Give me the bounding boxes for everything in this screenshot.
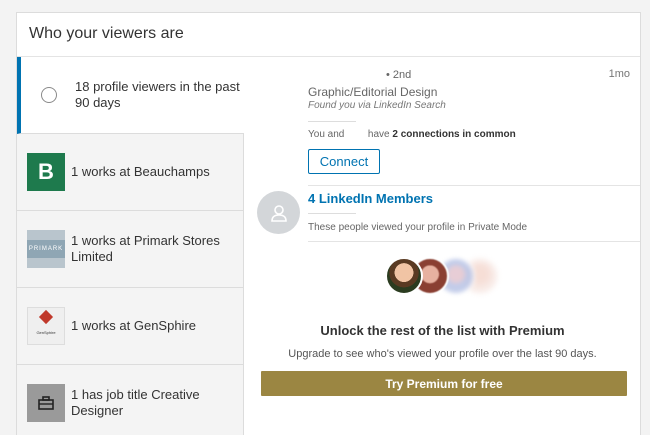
sidebar-item-label: 1 works at Primark Stores Limited	[71, 233, 220, 264]
sidebar-item-primark[interactable]: PRIMARK 1 works at Primark Stores Limite…	[17, 211, 244, 288]
sidebar-item-label: 1 works at GenSphire	[71, 318, 197, 333]
private-mode-text: These people viewed your profile in Priv…	[308, 222, 528, 233]
sidebar-item-label: 1 works at Beauchamps	[71, 164, 210, 179]
divider	[308, 241, 640, 242]
gensphire-mark-icon	[38, 309, 54, 324]
viewers-card: Who your viewers are 18 profile viewers …	[16, 12, 641, 435]
view-time: 1mo	[608, 68, 630, 80]
connection-degree: • 2nd	[386, 69, 412, 81]
beauchamps-logo: B	[27, 153, 65, 191]
viewer-filter-sidebar: 18 profile viewers in the past 90 days B…	[17, 57, 244, 435]
sidebar-item-beauchamps[interactable]: B 1 works at Beauchamps	[17, 134, 244, 211]
radio-icon[interactable]	[41, 87, 57, 103]
gensphire-logo: GenSphire	[27, 307, 65, 345]
try-premium-button[interactable]: Try Premium for free	[261, 371, 627, 396]
premium-upsell-subtitle: Upgrade to see who's viewed your profile…	[288, 348, 597, 360]
card-title: Who your viewers are	[17, 13, 640, 57]
divider	[308, 213, 356, 214]
sidebar-item-label: 18 profile viewers in the past 90 days	[75, 79, 240, 110]
private-members-link[interactable]: 4 LinkedIn Members	[308, 191, 433, 206]
sidebar-item-gensphire[interactable]: GenSphire 1 works at GenSphire	[17, 288, 244, 365]
anonymous-avatar-icon	[257, 191, 300, 234]
viewer-list: • 2nd 1mo Graphic/Editorial Design Found…	[245, 57, 640, 435]
primark-logo: PRIMARK	[26, 230, 66, 268]
connect-button[interactable]: Connect	[308, 149, 380, 174]
connections-in-common[interactable]: You and have 2 connections in common	[308, 129, 516, 140]
briefcase-icon	[27, 384, 65, 422]
blurred-viewer-avatars	[385, 257, 499, 299]
viewer-headline: Graphic/Editorial Design	[308, 85, 438, 99]
sidebar-item-creative-designer[interactable]: 1 has job title Creative Designer	[17, 365, 244, 435]
premium-upsell-title: Unlock the rest of the list with Premium	[320, 323, 565, 338]
sidebar-item-label: 1 has job title Creative Designer	[71, 387, 200, 418]
divider	[308, 121, 356, 122]
found-via-text: Found you via LinkedIn Search	[308, 100, 446, 111]
divider	[308, 185, 640, 186]
viewer-entry: • 2nd 1mo Graphic/Editorial Design Found…	[308, 65, 640, 186]
sidebar-item-all-viewers[interactable]: 18 profile viewers in the past 90 days	[17, 57, 244, 134]
avatar	[385, 257, 423, 295]
